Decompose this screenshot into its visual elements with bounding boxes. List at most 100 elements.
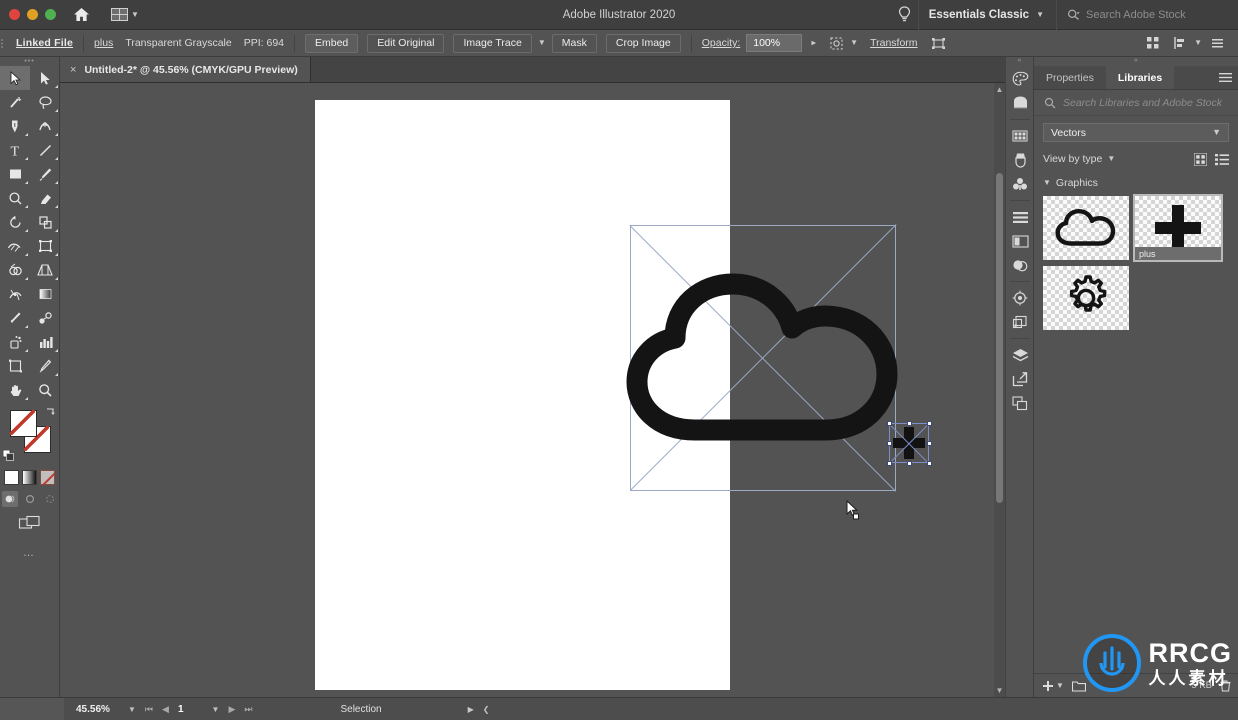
graphics-section-header[interactable]: ▼ Graphics	[1043, 177, 1238, 189]
resize-handle-tc[interactable]	[906, 420, 912, 426]
scrollbar-thumb[interactable]	[996, 173, 1003, 503]
fill-mode-group[interactable]	[0, 470, 59, 485]
tool-status-label[interactable]: Selection	[340, 704, 381, 715]
rotate-tool[interactable]	[0, 210, 30, 234]
curvature-tool[interactable]	[30, 114, 60, 138]
transparency-panel-icon[interactable]	[1006, 253, 1034, 277]
distribute-icon[interactable]	[1168, 33, 1190, 53]
paintbrush-tool[interactable]	[30, 162, 60, 186]
swap-fill-stroke-icon[interactable]	[44, 406, 56, 418]
isolate-selected-object-icon[interactable]	[826, 33, 848, 53]
eyedropper-tool[interactable]	[0, 306, 30, 330]
stock-search-input[interactable]: Search Adobe Stock	[1056, 0, 1238, 30]
status-resize-icon[interactable]: ❮	[474, 705, 499, 714]
rectangle-tool[interactable]	[0, 162, 30, 186]
slice-tool[interactable]	[30, 354, 60, 378]
eraser-tool[interactable]	[30, 186, 60, 210]
maximize-window-button[interactable]	[45, 9, 56, 20]
transform-label[interactable]: Transform	[870, 37, 917, 49]
resize-handle-tl[interactable]	[886, 420, 892, 426]
align-icon[interactable]	[1142, 33, 1164, 53]
selection-tool[interactable]	[0, 66, 30, 90]
direct-selection-tool[interactable]	[30, 66, 60, 90]
opacity-label[interactable]: Opacity:	[702, 37, 741, 49]
color-panel-icon[interactable]	[1006, 67, 1034, 91]
stroke-panel-icon[interactable]	[1006, 229, 1034, 253]
graphic-styles-panel-icon[interactable]	[1006, 310, 1034, 334]
resize-handle-ml[interactable]	[886, 440, 892, 446]
line-segment-tool[interactable]	[30, 138, 60, 162]
discover-bulb-icon[interactable]	[892, 6, 918, 23]
window-controls[interactable]	[0, 9, 56, 20]
resize-handle-bc[interactable]	[906, 460, 912, 466]
artboard-tool[interactable]	[0, 354, 30, 378]
color-guide-panel-icon[interactable]	[1006, 91, 1034, 115]
draw-inside-mode[interactable]	[42, 491, 58, 507]
cloud-graphic-thumbnail[interactable]	[1043, 196, 1129, 260]
fill-stroke-swatches[interactable]	[0, 406, 60, 468]
panel-collapse-icon[interactable]: «	[1034, 57, 1238, 66]
scale-tool[interactable]	[30, 210, 60, 234]
hand-tool[interactable]	[0, 378, 30, 402]
gradient-tool[interactable]	[30, 282, 60, 306]
brushes-panel-icon[interactable]	[1006, 148, 1034, 172]
resize-handle-tr[interactable]	[926, 420, 932, 426]
chevron-right-icon[interactable]: ▼	[809, 39, 818, 47]
chevron-down-icon[interactable]: ▼	[538, 39, 546, 47]
recolor-artwork-icon[interactable]	[928, 33, 950, 53]
chevron-down-icon[interactable]: ▼	[850, 39, 858, 47]
type-tool[interactable]: T	[0, 138, 30, 162]
resize-handle-bl[interactable]	[886, 460, 892, 466]
magic-wand-tool[interactable]	[0, 90, 30, 114]
default-fill-stroke-icon[interactable]	[3, 450, 14, 461]
resize-handle-mr[interactable]	[926, 440, 932, 446]
add-content-icon[interactable]: ▼	[1042, 680, 1064, 692]
tools-panel-grip[interactable]: •••	[0, 57, 59, 66]
cloud-outline-artwork[interactable]	[625, 270, 905, 450]
column-graph-tool[interactable]	[30, 330, 60, 354]
mask-button[interactable]: Mask	[551, 33, 597, 53]
first-artboard-icon[interactable]: ⏮	[145, 704, 153, 715]
workspace-switcher[interactable]: Essentials Classic ▼	[917, 0, 1056, 30]
perspective-grid-tool[interactable]	[30, 258, 60, 282]
asset-export-panel-icon[interactable]	[1006, 367, 1034, 391]
artboard-chevron-down-icon[interactable]: ▼	[184, 705, 229, 714]
plus-graphic-thumbnail[interactable]: plus	[1133, 194, 1223, 262]
tab-libraries[interactable]: Libraries	[1105, 66, 1175, 89]
width-tool[interactable]	[0, 234, 30, 258]
close-tab-icon[interactable]: ×	[70, 64, 76, 76]
previous-artboard-icon[interactable]: ◀	[162, 704, 169, 715]
lasso-tool[interactable]	[30, 90, 60, 114]
fill-swatch[interactable]	[10, 410, 37, 437]
gradient-fill-mode[interactable]	[22, 470, 37, 485]
shape-builder-tool[interactable]	[0, 258, 30, 282]
change-screen-mode-icon[interactable]	[0, 515, 59, 533]
zoom-level-input[interactable]: 45.56%	[64, 704, 119, 715]
libraries-search-input[interactable]: Search Libraries and Adobe Stock	[1034, 90, 1238, 116]
more-options-icon[interactable]	[1206, 33, 1228, 53]
crop-image-button[interactable]: Crop Image	[605, 33, 681, 53]
zoom-tool[interactable]	[30, 378, 60, 402]
scroll-up-icon[interactable]: ▲	[994, 85, 1005, 94]
shaper-tool[interactable]	[0, 186, 30, 210]
view-by-label[interactable]: View by type	[1043, 153, 1102, 165]
layers-panel-icon[interactable]	[1006, 343, 1034, 367]
dock-expand-icon[interactable]: «	[1006, 57, 1033, 67]
linked-file-label[interactable]: Linked File	[16, 37, 73, 49]
image-trace-button[interactable]: Image Trace	[453, 33, 532, 53]
edit-toolbar-icon[interactable]: …	[0, 547, 59, 559]
blend-tool[interactable]	[30, 306, 60, 330]
pen-tool[interactable]	[0, 114, 30, 138]
paragraph-styles-panel-icon[interactable]	[1006, 205, 1034, 229]
artboards-panel-icon[interactable]	[1006, 391, 1034, 415]
chevron-down-icon[interactable]: ▼	[1194, 39, 1202, 47]
next-artboard-icon[interactable]: ▶	[228, 704, 235, 715]
embed-button[interactable]: Embed	[305, 33, 359, 53]
draw-mode-group[interactable]	[0, 491, 59, 507]
edit-original-button[interactable]: Edit Original	[367, 33, 445, 53]
grid-view-icon[interactable]	[1194, 152, 1207, 166]
none-fill-mode[interactable]	[40, 470, 55, 485]
draw-behind-mode[interactable]	[22, 491, 38, 507]
color-fill-mode[interactable]	[4, 470, 19, 485]
canvas-area[interactable]: ▲ ▼	[60, 83, 1005, 697]
